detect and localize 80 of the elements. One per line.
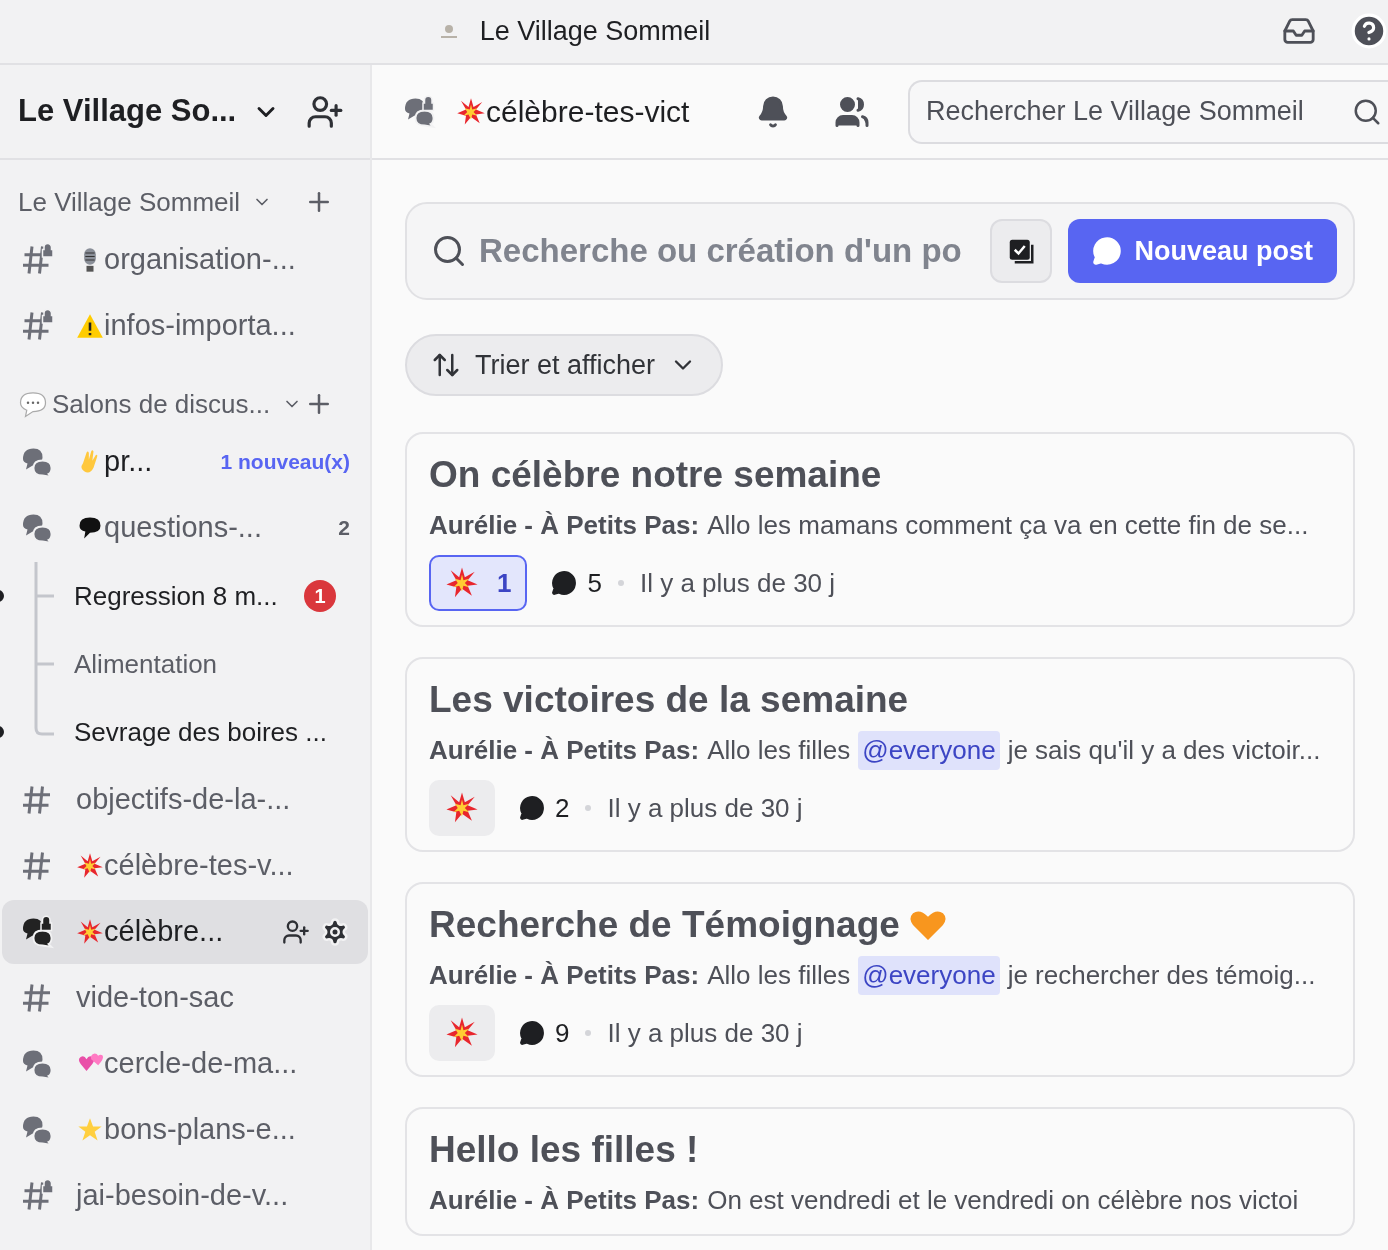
post-excerpt: je sais qu'il y a des victoir...	[1007, 734, 1321, 767]
help-icon[interactable]	[1350, 12, 1388, 50]
checklist-icon[interactable]	[990, 219, 1053, 283]
channel-item[interactable]: infos-importa...	[2, 294, 368, 358]
channel-item[interactable]: célèbre-tes-v...	[2, 834, 368, 898]
channel-name: questions-...	[104, 510, 262, 546]
speech-bubble-icon	[18, 389, 48, 419]
reaction-button[interactable]	[429, 780, 495, 836]
post-time: Il y a plus de 30 j	[639, 566, 836, 600]
channel-name: jai-besoin-de-v...	[76, 1178, 289, 1214]
post-card[interactable]: Recherche de Témoignage Aurélie - À Petits Pas: Allo les filles @everyone je rechercher des témoig... 9 Il y a plus de 30 j	[405, 882, 1355, 1077]
post-author: Aurélie - À Petits Pas:	[429, 509, 700, 542]
mention-tag[interactable]: @everyone	[858, 731, 1000, 770]
comment-icon	[519, 1020, 545, 1046]
channel-name: pr...	[104, 444, 153, 480]
comment-icon	[519, 795, 545, 821]
channel-item[interactable]: pr... 1 nouveau(x)	[2, 430, 368, 494]
channel-name: objectifs-de-la-...	[76, 782, 291, 818]
thread-link[interactable]: Sevrage des boires ...	[74, 712, 336, 752]
category-header[interactable]: Le Village Sommeil	[18, 182, 273, 222]
post-excerpt: je rechercher des témoig...	[1007, 959, 1316, 992]
sort-button[interactable]: Trier et afficher	[405, 334, 724, 396]
post-title: Recherche de Témoignage	[429, 903, 900, 947]
channel-name: célèbre...	[104, 914, 224, 950]
search-icon	[431, 233, 467, 269]
post-excerpt: Allo les filles	[707, 959, 851, 992]
channel-name: infos-importa...	[104, 308, 296, 344]
channel-item[interactable]: cercle-de-ma...	[2, 1032, 368, 1096]
post-card[interactable]: On célèbre notre semaine Aurélie - À Petits Pas: Allo les mamans comment ça va en cette fin de se... 1 5 Il y a plus de 30 j	[405, 432, 1355, 627]
reaction-button[interactable]	[429, 1005, 495, 1061]
comment-count: 9	[555, 1016, 570, 1050]
channel-item[interactable]: bons-plans-e...	[2, 1098, 368, 1162]
comment-count: 5	[587, 566, 602, 600]
settings-icon[interactable]	[320, 917, 350, 947]
mention-count: 1	[304, 580, 336, 612]
channel-item[interactable]: questions-... 2	[2, 496, 368, 560]
new-post-button[interactable]: Nouveau post	[1068, 219, 1337, 283]
post-count: 2	[338, 515, 350, 542]
channel-item[interactable]: organisation-...	[2, 228, 368, 292]
server-search-field[interactable]: Rechercher Le Village Sommeil	[908, 79, 1388, 144]
comment-count: 2	[555, 791, 570, 825]
post-title: Hello les filles !	[429, 1128, 699, 1172]
channel-name: célèbre-tes-v...	[104, 848, 294, 884]
post-excerpt: Allo les filles	[707, 734, 851, 767]
post-card[interactable]: Hello les filles ! Aurélie - À Petits Pas: On est vendredi et le vendredi on célèbre nos victoi	[405, 1107, 1355, 1236]
thread-link[interactable]: Regression 8 m...	[74, 576, 304, 616]
locked-forum-icon	[20, 914, 56, 950]
reaction-button[interactable]: 1	[429, 555, 528, 611]
post-author: Aurélie - À Petits Pas:	[429, 734, 700, 767]
channel-title: célèbre-tes-vict	[486, 94, 690, 130]
channel-item[interactable]: vide-ton-sac	[2, 966, 368, 1030]
channel-name: vide-ton-sac	[76, 980, 234, 1016]
post-title: Les victoires de la semaine	[429, 678, 909, 722]
post-time: Il y a plus de 30 j	[607, 791, 803, 825]
post-time: Il y a plus de 30 j	[607, 1016, 803, 1050]
post-author: Aurélie - À Petits Pas:	[429, 1184, 700, 1217]
channel-item[interactable]: objectifs-de-la-...	[2, 768, 368, 832]
invite-icon[interactable]	[282, 918, 310, 946]
locked-forum-icon	[402, 93, 438, 130]
window-title: Le Village Sommeil	[479, 15, 711, 49]
channel-name: bons-plans-e...	[104, 1112, 296, 1148]
post-excerpt: Allo les mamans comment ça va en cette fin de se...	[707, 509, 1309, 542]
thread-link[interactable]: Alimentation	[74, 644, 336, 684]
post-card[interactable]: Les victoires de la semaine Aurélie - À Petits Pas: Allo les filles @everyone je sais qu'il y a des victoir... 2 Il y a plus de 30 j	[405, 657, 1355, 852]
channel-name: cercle-de-ma...	[104, 1046, 298, 1082]
post-author: Aurélie - À Petits Pas:	[429, 959, 700, 992]
notification-bell-icon[interactable]	[756, 94, 790, 129]
channel-item[interactable]: célèbre...	[2, 900, 368, 964]
comment-icon	[551, 570, 578, 596]
category-header[interactable]: Salons de discus...	[52, 384, 303, 424]
post-excerpt: On est vendredi et le vendredi on célèbre nos victoi	[707, 1184, 1299, 1217]
thread-spine-line	[34, 562, 56, 630]
channel-name: organisation-...	[104, 242, 296, 278]
channel-item[interactable]: jai-besoin-de-v...	[2, 1164, 368, 1228]
server-name-button[interactable]: Le Village So...	[18, 88, 281, 135]
post-search-field[interactable]: Recherche ou création d'un po Nouveau post	[405, 202, 1355, 300]
post-title: On célèbre notre semaine	[429, 453, 882, 497]
chat-bubble-icon	[1092, 236, 1123, 266]
mention-tag[interactable]: @everyone	[858, 956, 1000, 995]
new-messages-label: 1 nouveau(x)	[220, 449, 350, 476]
